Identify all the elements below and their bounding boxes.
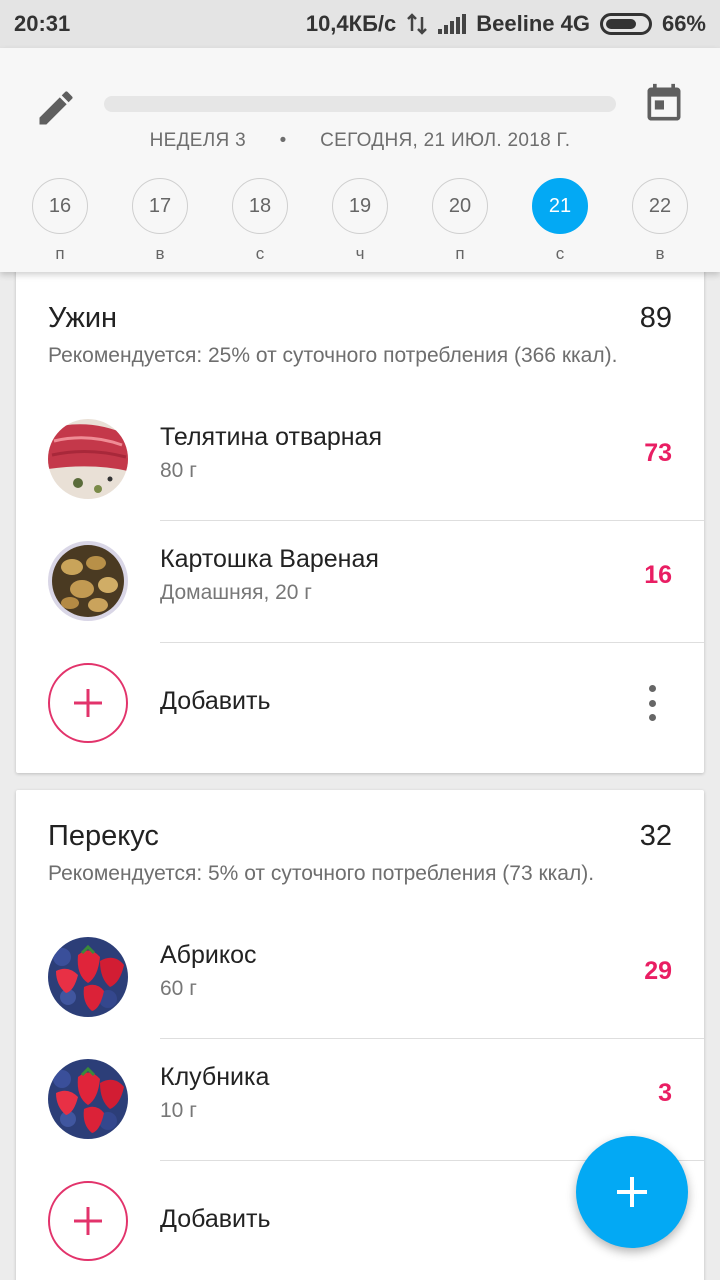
date-label[interactable]: СЕГОДНЯ, 21 ИЮЛ. 2018 Г. bbox=[320, 130, 570, 151]
day-letter: с bbox=[255, 244, 265, 263]
add-icon[interactable] bbox=[48, 1181, 128, 1261]
status-bar: 20:31 10,4КБ/с Beeline 4G 66% bbox=[0, 0, 720, 48]
day-letter: в bbox=[655, 244, 665, 263]
day-number[interactable]: 16 bbox=[32, 178, 88, 234]
add-label[interactable]: Добавить bbox=[160, 1205, 271, 1234]
food-name: Клубника bbox=[160, 1063, 270, 1091]
status-right: 10,4КБ/с Beeline 4G 66% bbox=[306, 11, 706, 37]
food-calories: 73 bbox=[644, 439, 672, 467]
more-vert-icon[interactable] bbox=[648, 685, 656, 721]
battery-percent: 66% bbox=[661, 11, 706, 36]
food-row[interactable]: Клубника 10 г 3 bbox=[16, 1039, 704, 1161]
food-amount: 80 г bbox=[160, 459, 197, 482]
pencil-icon[interactable] bbox=[34, 86, 78, 130]
add-icon[interactable] bbox=[48, 663, 128, 743]
network-speed: 10,4КБ/с bbox=[305, 11, 397, 36]
signal-icon bbox=[438, 14, 467, 34]
meal-recommendation: Рекомендуется: 5% от суточного потреблен… bbox=[48, 862, 595, 885]
food-name: Телятина отварная bbox=[160, 423, 382, 451]
day-item[interactable]: 18 с bbox=[210, 178, 310, 264]
meal-card-dinner: Ужин 89 Рекомендуется: 25% от суточного … bbox=[16, 258, 704, 773]
carrier-name: Beeline 4G bbox=[476, 11, 590, 36]
food-calories: 16 bbox=[644, 561, 672, 589]
day-item[interactable]: 19 ч bbox=[310, 178, 410, 264]
day-letter: ч bbox=[355, 244, 365, 263]
day-item[interactable]: 20 п bbox=[410, 178, 510, 264]
food-calories: 29 bbox=[644, 957, 672, 985]
food-name: Картошка Вареная bbox=[160, 545, 379, 573]
food-amount: Домашняя, 20 г bbox=[160, 581, 312, 604]
food-calories: 3 bbox=[658, 1079, 672, 1107]
week-date-line: НЕДЕЛЯ 3 • СЕГОДНЯ, 21 ИЮЛ. 2018 Г. bbox=[0, 130, 720, 152]
add-label[interactable]: Добавить bbox=[160, 687, 271, 716]
day-letter: в bbox=[155, 244, 165, 263]
potato-photo bbox=[48, 541, 128, 621]
veal-photo bbox=[48, 419, 128, 499]
meal-total: 32 bbox=[639, 820, 672, 852]
meal-title: Перекус bbox=[48, 820, 159, 852]
day-number-selected[interactable]: 21 bbox=[532, 178, 588, 234]
day-item[interactable]: 17 в bbox=[110, 178, 210, 264]
meal-title: Ужин bbox=[48, 302, 118, 334]
food-row[interactable]: Абрикос 60 г 29 bbox=[16, 917, 704, 1039]
add-food-row[interactable]: Добавить bbox=[16, 643, 704, 763]
day-item-selected[interactable]: 21 с bbox=[510, 178, 610, 264]
meal-recommendation: Рекомендуется: 25% от суточного потребле… bbox=[48, 344, 618, 367]
day-letter: п bbox=[55, 244, 65, 263]
battery-icon bbox=[599, 13, 652, 35]
day-number[interactable]: 20 bbox=[432, 178, 488, 234]
berries-photo bbox=[48, 1059, 128, 1139]
day-item[interactable]: 16 п bbox=[10, 178, 110, 264]
food-row[interactable]: Картошка Вареная Домашняя, 20 г 16 bbox=[16, 521, 704, 643]
berries-photo bbox=[48, 937, 128, 1017]
week-label: НЕДЕЛЯ 3 bbox=[149, 130, 246, 151]
meal-total: 89 bbox=[639, 302, 672, 334]
calendar-icon[interactable] bbox=[642, 82, 686, 126]
day-number[interactable]: 22 bbox=[632, 178, 688, 234]
day-selector: 16 п 17 в 18 с 19 ч 20 п 21 с 22 в bbox=[10, 178, 710, 264]
data-transfer-icon bbox=[407, 13, 428, 35]
status-time: 20:31 bbox=[14, 11, 71, 36]
day-number[interactable]: 19 bbox=[332, 178, 388, 234]
separator-dot: • bbox=[279, 130, 287, 151]
food-name: Абрикос bbox=[160, 941, 257, 969]
food-row[interactable]: Телятина отварная 80 г 73 bbox=[16, 399, 704, 521]
food-amount: 10 г bbox=[160, 1099, 197, 1122]
date-header: НЕДЕЛЯ 3 • СЕГОДНЯ, 21 ИЮЛ. 2018 Г. 16 п… bbox=[0, 48, 720, 272]
day-item[interactable]: 22 в bbox=[610, 178, 710, 264]
day-letter: с bbox=[555, 244, 565, 263]
progress-bar bbox=[104, 96, 616, 112]
food-amount: 60 г bbox=[160, 977, 197, 1000]
day-letter: п bbox=[455, 244, 465, 263]
add-fab-button[interactable] bbox=[576, 1136, 688, 1248]
day-number[interactable]: 17 bbox=[132, 178, 188, 234]
day-number[interactable]: 18 bbox=[232, 178, 288, 234]
